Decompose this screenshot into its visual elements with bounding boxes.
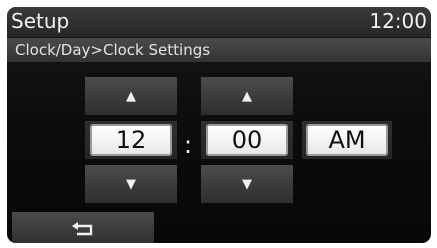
minute-field[interactable]: 00 bbox=[201, 121, 293, 159]
hour-field[interactable]: 12 bbox=[85, 121, 177, 159]
title-bar: Setup 12:00 bbox=[7, 7, 431, 37]
am-pm-toggle[interactable]: AM bbox=[302, 121, 392, 159]
up-arrow-icon: ▲ bbox=[126, 88, 136, 104]
down-arrow-icon: ▼ bbox=[126, 176, 136, 192]
hour-value: 12 bbox=[90, 124, 172, 156]
setup-screen: Setup 12:00 Clock/Day>Clock Settings ▲ 1… bbox=[7, 7, 431, 243]
up-arrow-icon: ▲ bbox=[242, 88, 252, 104]
minute-up-button[interactable]: ▲ bbox=[201, 77, 293, 115]
back-button[interactable] bbox=[12, 212, 154, 243]
page-title: Setup bbox=[11, 9, 70, 33]
hour-up-button[interactable]: ▲ bbox=[85, 77, 177, 115]
minute-down-button[interactable]: ▼ bbox=[201, 165, 293, 203]
minute-value: 00 bbox=[206, 124, 288, 156]
breadcrumb: Clock/Day>Clock Settings bbox=[7, 38, 431, 62]
clock-display: 12:00 bbox=[369, 9, 427, 33]
period-value: AM bbox=[306, 124, 388, 156]
breadcrumb-text: Clock/Day>Clock Settings bbox=[15, 41, 211, 59]
time-separator: : bbox=[183, 131, 193, 159]
hour-down-button[interactable]: ▼ bbox=[85, 165, 177, 203]
down-arrow-icon: ▼ bbox=[242, 176, 252, 192]
return-arrow-icon bbox=[72, 221, 93, 235]
